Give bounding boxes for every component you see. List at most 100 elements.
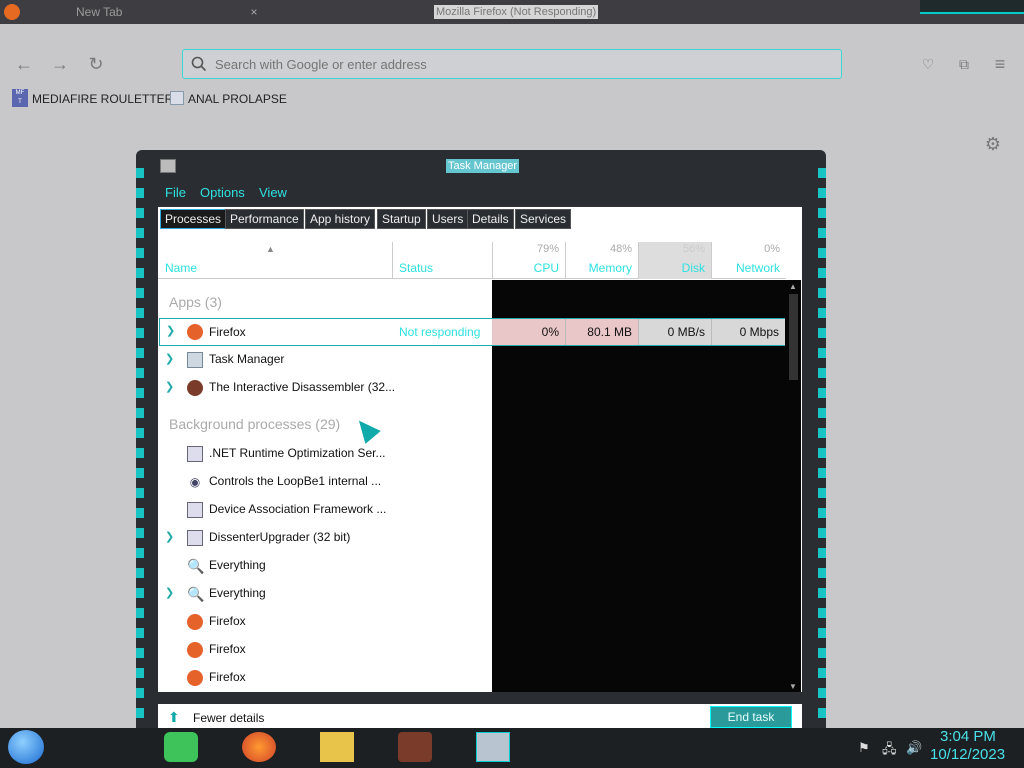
firefox-icon xyxy=(187,614,203,630)
table-row[interactable]: ◉ Controls the LoopBe1 internal ... xyxy=(159,468,492,496)
menu-file[interactable]: File xyxy=(165,185,186,200)
task-manager-title: Task Manager xyxy=(446,159,520,173)
scrollbar[interactable]: ▲ ▼ xyxy=(786,280,801,692)
window-controls[interactable] xyxy=(920,0,1024,14)
menu-options[interactable]: Options xyxy=(200,185,245,200)
firefox-icon xyxy=(187,324,203,340)
service-window-icon xyxy=(187,530,203,546)
window-frame-accent xyxy=(136,168,144,728)
bookmark-item[interactable]: ANAL PROLAPSE xyxy=(188,87,287,111)
file-explorer-icon[interactable] xyxy=(320,732,354,762)
tab-performance[interactable]: Performance xyxy=(225,209,304,229)
notes-app-icon[interactable] xyxy=(164,732,198,762)
background-section-header: Background processes (29) xyxy=(169,416,341,432)
process-name: Controls the LoopBe1 internal ... xyxy=(209,474,382,488)
process-name: Firefox xyxy=(209,670,246,684)
process-name: Firefox xyxy=(209,325,246,339)
tab-processes[interactable]: Processes xyxy=(160,209,227,229)
fewer-details-link[interactable]: Fewer details xyxy=(193,711,264,725)
task-manager-icon xyxy=(187,352,203,368)
process-name: DissenterUpgrader (32 bit) xyxy=(209,530,351,544)
column-status-cell[interactable]: Status xyxy=(392,242,492,279)
column-cpu-cell[interactable]: 79% CPU xyxy=(492,242,565,279)
column-memory-cell[interactable]: 48% Memory xyxy=(565,242,638,279)
menu-view[interactable]: View xyxy=(259,185,287,200)
process-memory: 80.1 MB xyxy=(565,319,638,345)
process-name: Task Manager xyxy=(209,352,285,366)
disassembler-taskbar-icon[interactable] xyxy=(398,732,432,762)
expand-chevron-icon[interactable]: ❯ xyxy=(165,586,174,599)
expand-chevron-icon[interactable]: ❯ xyxy=(165,380,174,393)
column-network-cell[interactable]: 0% Network xyxy=(711,242,786,279)
column-cpu: CPU xyxy=(533,261,559,275)
taskbar xyxy=(0,728,1024,768)
collapse-arrow-icon[interactable]: ⬆ xyxy=(168,709,180,726)
forward-icon[interactable]: → xyxy=(46,50,74,78)
close-tab-icon[interactable]: × xyxy=(246,4,262,20)
firefox-taskbar-icon[interactable] xyxy=(242,732,276,762)
disassembler-icon xyxy=(187,380,203,396)
service-window-icon xyxy=(187,502,203,518)
settings-gear-icon[interactable]: ⚙ xyxy=(982,134,1004,154)
scroll-down-icon[interactable]: ▼ xyxy=(789,682,797,691)
tab-app-history[interactable]: App history xyxy=(305,209,376,229)
tab-details[interactable]: Details xyxy=(467,209,514,229)
table-row[interactable]: Firefox xyxy=(159,608,492,636)
tab-new-tab[interactable]: New Tab xyxy=(40,0,280,24)
flag-icon[interactable]: ⚑ xyxy=(858,740,870,756)
table-row[interactable]: Firefox xyxy=(159,664,492,692)
process-name: The Interactive Disassembler (32... xyxy=(209,380,396,394)
tab-services[interactable]: Services xyxy=(515,209,572,229)
bookmark-item[interactable]: MEDIAFIRE ROULETTER xyxy=(32,87,173,111)
menu-icon[interactable]: ≡ xyxy=(986,50,1014,78)
process-name: .NET Runtime Optimization Ser... xyxy=(209,446,386,460)
table-row[interactable]: 🔍 Everything xyxy=(159,552,492,580)
column-disk-cell[interactable]: 56% Disk xyxy=(638,242,711,279)
clock-date[interactable]: 10/12/2023 xyxy=(930,746,1005,763)
expand-chevron-icon[interactable]: ❯ xyxy=(166,324,175,337)
search-icon xyxy=(191,56,207,72)
window-title: Mozilla Firefox (Not Responding) xyxy=(434,5,599,19)
task-manager-taskbar-icon[interactable] xyxy=(476,732,510,762)
disk-percent: 56% xyxy=(682,243,705,255)
expand-chevron-icon[interactable]: ❯ xyxy=(165,530,174,543)
table-row[interactable]: ❯ DissenterUpgrader (32 bit) xyxy=(159,524,492,552)
clock-time[interactable]: 3:04 PM xyxy=(940,728,996,745)
start-button[interactable] xyxy=(8,730,44,764)
apps-section-header: Apps (3) xyxy=(169,294,222,310)
tab-users[interactable]: Users xyxy=(427,209,469,229)
url-input[interactable] xyxy=(215,54,815,74)
table-row[interactable]: .NET Runtime Optimization Ser... xyxy=(159,440,492,468)
loopbe-icon: ◉ xyxy=(189,475,201,489)
url-bar[interactable] xyxy=(182,49,842,79)
table-row[interactable]: ❯ Task Manager xyxy=(159,346,492,374)
process-name: Firefox xyxy=(209,642,246,656)
network-percent: 0% xyxy=(764,243,780,255)
pocket-icon[interactable]: ♡ xyxy=(914,50,942,78)
tab-startup[interactable]: Startup xyxy=(377,209,426,229)
firefox-icon xyxy=(187,642,203,658)
column-network: Network xyxy=(735,261,780,275)
firefox-icon xyxy=(187,670,203,686)
bookmark-favicon-icon xyxy=(170,91,184,105)
table-row[interactable]: ❯ 🔍 Everything xyxy=(159,580,492,608)
menu-bar xyxy=(158,182,802,204)
scroll-thumb[interactable] xyxy=(789,294,798,380)
process-status: Not responding xyxy=(399,325,481,339)
table-row[interactable]: Device Association Framework ... xyxy=(159,496,492,524)
task-manager-icon xyxy=(160,159,176,173)
scroll-up-icon[interactable]: ▲ xyxy=(789,282,797,291)
reload-icon[interactable]: ↻ xyxy=(82,50,110,78)
network-icon[interactable]: 🖧 xyxy=(882,740,897,762)
column-status: Status xyxy=(399,261,434,275)
back-icon[interactable]: ← xyxy=(10,50,38,78)
bookmark-favicon-icon: MF T xyxy=(12,89,28,107)
extensions-icon[interactable]: ⧉ xyxy=(950,50,978,78)
volume-icon[interactable]: 🔊 xyxy=(906,740,922,756)
process-name: Everything xyxy=(209,558,266,572)
expand-chevron-icon[interactable]: ❯ xyxy=(165,352,174,365)
column-name[interactable]: Name xyxy=(165,261,197,275)
end-task-button[interactable]: End task xyxy=(710,706,792,728)
table-row[interactable]: Firefox xyxy=(159,636,492,664)
table-row[interactable]: ❯ The Interactive Disassembler (32... xyxy=(159,374,492,402)
